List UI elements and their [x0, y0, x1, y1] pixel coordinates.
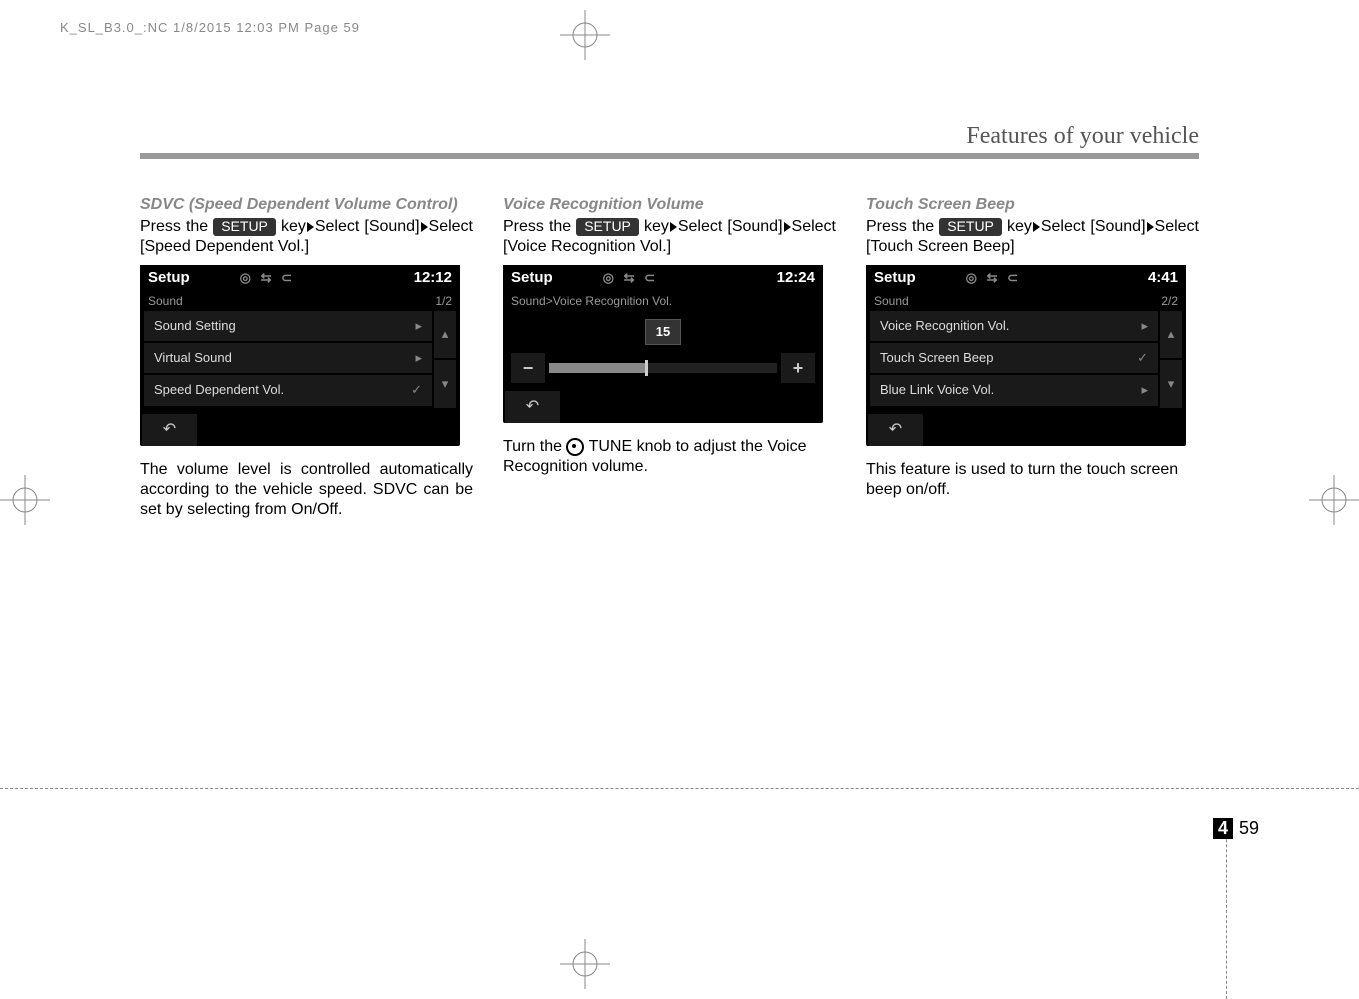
clock: 12:24 — [777, 269, 815, 288]
list-label: Blue Link Voice Vol. — [880, 382, 1141, 398]
screen-title: Setup — [874, 269, 916, 288]
vr-screenshot: Setup ◎ ⇆ ⊂ 12:24 Sound>Voice Recognitio… — [503, 265, 823, 423]
list-label: Touch Screen Beep — [880, 350, 1137, 366]
screen-title: Setup — [511, 269, 553, 288]
print-header: K_SL_B3.0_:NC 1/8/2015 12:03 PM Page 59 — [60, 20, 360, 35]
breadcrumb: Sound — [148, 294, 183, 309]
registration-mark-left — [0, 475, 50, 525]
sdvc-body: The volume level is controlled automatic… — [140, 460, 473, 520]
list-item[interactable]: Blue Link Voice Vol. ▸ — [870, 375, 1158, 405]
page-indicator: 2/2 — [1161, 294, 1178, 309]
registration-mark-right — [1309, 475, 1359, 525]
chapter-title: Features of your vehicle — [966, 123, 1199, 150]
chapter-number: 4 — [1213, 818, 1233, 839]
list-item[interactable]: Virtual Sound ▸ — [144, 343, 432, 373]
status-icons: ◎ ⇆ ⊂ — [240, 270, 295, 286]
clock: 12:12 — [414, 269, 452, 288]
text: key — [644, 218, 669, 235]
fold-line-vertical — [1226, 819, 1227, 999]
volume-down-button[interactable]: − — [511, 353, 545, 383]
volume-slider[interactable] — [549, 363, 777, 373]
vr-heading: Voice Recognition Volume — [503, 195, 836, 215]
chevron-right-icon: ▸ — [415, 318, 422, 334]
sdvc-intro: Press the SETUP keySelect [Sound]Select … — [140, 217, 473, 257]
list-label: Virtual Sound — [154, 350, 415, 366]
scroll-down-button[interactable]: ▾ — [1160, 360, 1182, 407]
fold-line-horizontal — [0, 788, 1359, 789]
scroll-up-button[interactable]: ▴ — [434, 311, 456, 358]
page-number-value: 59 — [1239, 818, 1259, 839]
beep-screenshot: Setup ◎ ⇆ ⊂ 4:41 Sound 2/2 Voice Recogni… — [866, 265, 1186, 446]
beep-heading: Touch Screen Beep — [866, 195, 1199, 215]
page-number: 4 59 — [1213, 818, 1259, 839]
check-icon: ✓ — [411, 382, 422, 398]
list-item[interactable]: Speed Dependent Vol. ✓ — [144, 375, 432, 405]
triangle-icon — [421, 222, 428, 232]
text: Press the — [866, 218, 939, 235]
triangle-icon — [1033, 222, 1040, 232]
list-label: Speed Dependent Vol. — [154, 382, 411, 398]
column-voice-recognition: Voice Recognition Volume Press the SETUP… — [503, 195, 836, 520]
vr-intro: Press the SETUP keySelect [Sound]Select … — [503, 217, 836, 257]
triangle-icon — [307, 222, 314, 232]
triangle-icon — [670, 222, 677, 232]
registration-mark-bottom — [560, 939, 610, 989]
status-icons: ◎ ⇆ ⊂ — [603, 270, 658, 286]
scroll-up-button[interactable]: ▴ — [1160, 311, 1182, 358]
text: Turn the — [503, 438, 566, 455]
volume-up-button[interactable]: + — [781, 353, 815, 383]
breadcrumb: Sound — [874, 294, 909, 309]
sdvc-heading: SDVC (Speed Dependent Volume Control) — [140, 195, 473, 215]
back-button[interactable]: ↶ — [868, 414, 923, 446]
registration-mark-top — [560, 10, 610, 60]
status-icons: ◎ ⇆ ⊂ — [966, 270, 1021, 286]
setup-key: SETUP — [576, 218, 639, 236]
volume-value: 15 — [645, 319, 681, 345]
triangle-icon — [784, 222, 791, 232]
clock: 4:41 — [1148, 269, 1178, 288]
breadcrumb: Sound>Voice Recognition Vol. — [511, 294, 672, 309]
sdvc-screenshot: Setup ◎ ⇆ ⊂ 12:12 Sound 1/2 Sound Settin… — [140, 265, 460, 446]
tune-knob-icon — [566, 438, 584, 456]
vr-body: Turn the TUNE knob to adjust the Voice R… — [503, 437, 836, 477]
screen-title: Setup — [148, 269, 190, 288]
chevron-right-icon: ▸ — [1141, 382, 1148, 398]
text: key — [281, 218, 306, 235]
back-button[interactable]: ↶ — [505, 391, 560, 423]
chapter-rule — [140, 153, 1199, 159]
back-button[interactable]: ↶ — [142, 414, 197, 446]
scroll-down-button[interactable]: ▾ — [434, 360, 456, 407]
chevron-right-icon: ▸ — [1141, 318, 1148, 334]
setup-key: SETUP — [213, 218, 276, 236]
list-item[interactable]: Voice Recognition Vol. ▸ — [870, 311, 1158, 341]
setup-key: SETUP — [939, 218, 1002, 236]
text: Press the — [503, 218, 576, 235]
page-indicator: 1/2 — [435, 294, 452, 309]
text: key — [1007, 218, 1032, 235]
list-item[interactable]: Touch Screen Beep ✓ — [870, 343, 1158, 373]
beep-intro: Press the SETUP keySelect [Sound]Select … — [866, 217, 1199, 257]
text: Select [Sound] — [315, 218, 420, 235]
triangle-icon — [1147, 222, 1154, 232]
list-label: Sound Setting — [154, 318, 415, 334]
text: Press the — [140, 218, 213, 235]
list-label: Voice Recognition Vol. — [880, 318, 1141, 334]
chevron-right-icon: ▸ — [415, 350, 422, 366]
text: Select [Sound] — [678, 218, 783, 235]
beep-body: This feature is used to turn the touch s… — [866, 460, 1199, 500]
list-item[interactable]: Sound Setting ▸ — [144, 311, 432, 341]
column-sdvc: SDVC (Speed Dependent Volume Control) Pr… — [140, 195, 473, 520]
text: Select [Sound] — [1041, 218, 1146, 235]
check-icon: ✓ — [1137, 350, 1148, 366]
column-touch-beep: Touch Screen Beep Press the SETUP key Sel… — [866, 195, 1199, 520]
